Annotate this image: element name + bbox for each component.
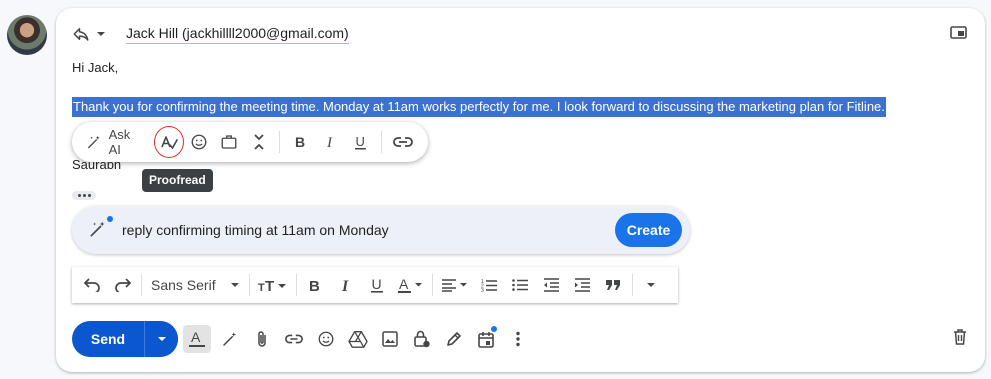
- divider: [141, 274, 142, 296]
- bold-icon[interactable]: B: [300, 269, 331, 301]
- selection-format-bar: Ask AI B I U: [72, 122, 428, 162]
- discard-draft-icon[interactable]: [953, 329, 967, 345]
- attach-file-icon[interactable]: [246, 324, 278, 354]
- notification-dot: [107, 216, 113, 222]
- ask-ai-button[interactable]: Ask AI: [86, 127, 142, 157]
- divider: [631, 274, 633, 296]
- selected-text[interactable]: Thank you for confirming the meeting tim…: [72, 97, 886, 117]
- svg-text:U: U: [372, 277, 382, 292]
- send-button[interactable]: Send: [72, 321, 144, 357]
- svg-text:I: I: [341, 278, 349, 293]
- briefcase-icon[interactable]: [214, 126, 244, 158]
- italic-icon[interactable]: I: [316, 126, 346, 158]
- ask-ai-label: Ask AI: [108, 127, 131, 157]
- align-icon[interactable]: [436, 269, 474, 301]
- svg-text:B: B: [295, 134, 305, 150]
- schedule-event-icon[interactable]: [470, 324, 502, 354]
- ai-prompt-bar: reply confirming timing at 11am on Monda…: [72, 206, 690, 254]
- compose-actions: A: [183, 324, 534, 354]
- svg-text:I: I: [326, 135, 333, 150]
- send-button-group: Send: [72, 321, 178, 357]
- reply-compose-card: Jack Hill (jackhillll2000@gmail.com) Hi …: [56, 8, 985, 372]
- divider: [381, 131, 383, 153]
- underline-icon[interactable]: U: [362, 269, 393, 301]
- magic-wand-icon: [88, 216, 113, 241]
- bulleted-list-icon[interactable]: [505, 269, 536, 301]
- text-size-icon[interactable]: TT: [253, 269, 293, 301]
- ai-prompt-input[interactable]: reply confirming timing at 11am on Monda…: [122, 222, 389, 238]
- recipient-field[interactable]: Jack Hill (jackhillll2000@gmail.com): [126, 24, 349, 44]
- divider: [279, 131, 281, 153]
- proofread-icon[interactable]: [154, 126, 185, 158]
- divider: [295, 274, 297, 296]
- chevron-down-icon: [157, 337, 166, 341]
- svg-text:A: A: [191, 330, 201, 345]
- italic-icon[interactable]: I: [331, 269, 362, 301]
- reply-header: Jack Hill (jackhillll2000@gmail.com): [72, 24, 349, 44]
- undo-icon[interactable]: [76, 269, 107, 301]
- insert-emoji-icon[interactable]: [310, 324, 342, 354]
- emoji-icon[interactable]: [184, 126, 214, 158]
- show-trimmed-content-button[interactable]: [72, 191, 96, 200]
- insert-photo-icon[interactable]: [374, 324, 406, 354]
- indent-less-icon[interactable]: [536, 269, 567, 301]
- underline-icon[interactable]: U: [346, 126, 376, 158]
- svg-text:A: A: [399, 277, 409, 292]
- text-color-icon[interactable]: A: [393, 269, 429, 301]
- sender-avatar[interactable]: [7, 15, 47, 55]
- svg-text:T: T: [258, 282, 265, 293]
- bold-icon[interactable]: B: [286, 126, 316, 158]
- numbered-list-icon[interactable]: 123: [474, 269, 505, 301]
- svg-text:3: 3: [481, 288, 484, 292]
- svg-text:T: T: [265, 278, 274, 293]
- chevron-down-icon: [230, 283, 239, 287]
- formatting-options-icon[interactable]: A: [183, 325, 211, 353]
- font-family-value: Sans Serif: [151, 277, 216, 293]
- help-me-write-icon[interactable]: [214, 324, 246, 354]
- reply-type-dropdown-icon[interactable]: [96, 29, 106, 39]
- create-button[interactable]: Create: [615, 213, 682, 247]
- svg-text:B: B: [309, 278, 320, 293]
- reply-type-icon[interactable]: [72, 25, 90, 43]
- font-family-select[interactable]: Sans Serif: [145, 277, 246, 293]
- redo-icon[interactable]: [107, 269, 138, 301]
- more-formatting-icon[interactable]: [636, 269, 667, 301]
- popout-icon[interactable]: [950, 26, 967, 39]
- proofread-tooltip: Proofread: [142, 169, 213, 192]
- formatting-toolbar: Sans Serif TT B I U A 123: [72, 267, 678, 303]
- expand-collapse-icon[interactable]: [244, 126, 274, 158]
- divider: [248, 274, 250, 296]
- insert-link-icon[interactable]: [278, 324, 310, 354]
- confidential-mode-icon[interactable]: [406, 324, 438, 354]
- indent-more-icon[interactable]: [567, 269, 598, 301]
- more-options-icon[interactable]: [502, 324, 534, 354]
- greeting-text[interactable]: Hi Jack,: [72, 60, 118, 75]
- link-icon[interactable]: [388, 126, 418, 158]
- signature-pen-icon[interactable]: [438, 324, 470, 354]
- magic-wand-icon: [88, 135, 100, 149]
- send-options-button[interactable]: [144, 321, 178, 357]
- divider: [431, 274, 433, 296]
- quote-icon[interactable]: [598, 269, 629, 301]
- google-drive-icon[interactable]: [342, 324, 374, 354]
- notification-dot: [491, 326, 497, 332]
- svg-text:U: U: [355, 134, 364, 149]
